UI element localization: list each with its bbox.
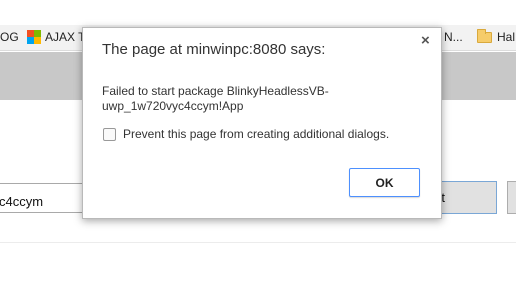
dialog-title: The page at minwinpc:8080 says: [102,41,326,58]
dialog-message: Failed to start package BlinkyHeadlessVB… [102,84,422,114]
bookmark-ajax[interactable]: AJAX T [27,30,85,44]
folder-icon [477,28,492,43]
bookmark-folder-label: Hal [497,30,516,44]
next-button[interactable] [507,181,516,214]
dialog-message-line2: uwp_1w720vyc4ccym!App [102,99,244,113]
close-icon[interactable]: × [421,32,430,49]
prevent-dialogs-option[interactable]: Prevent this page from creating addition… [103,127,389,141]
package-name-input[interactable] [0,183,86,213]
alert-dialog: The page at minwinpc:8080 says: × Failed… [82,27,442,219]
bookmark-n-label: N... [444,30,463,44]
divider [0,242,516,243]
bookmark-og[interactable]: OG [0,30,19,44]
bookmark-og-label: OG [0,30,19,44]
ok-button[interactable]: OK [349,168,420,197]
bookmark-n[interactable]: N... [444,30,463,44]
prevent-dialogs-label: Prevent this page from creating addition… [123,127,390,141]
dialog-message-line1: Failed to start package BlinkyHeadlessVB… [102,84,329,98]
microsoft-logo-icon [27,30,41,44]
bookmark-folder-hal[interactable]: Hal [477,28,516,44]
bookmark-ajax-label: AJAX T [45,30,86,44]
prevent-dialogs-checkbox[interactable] [103,127,116,141]
